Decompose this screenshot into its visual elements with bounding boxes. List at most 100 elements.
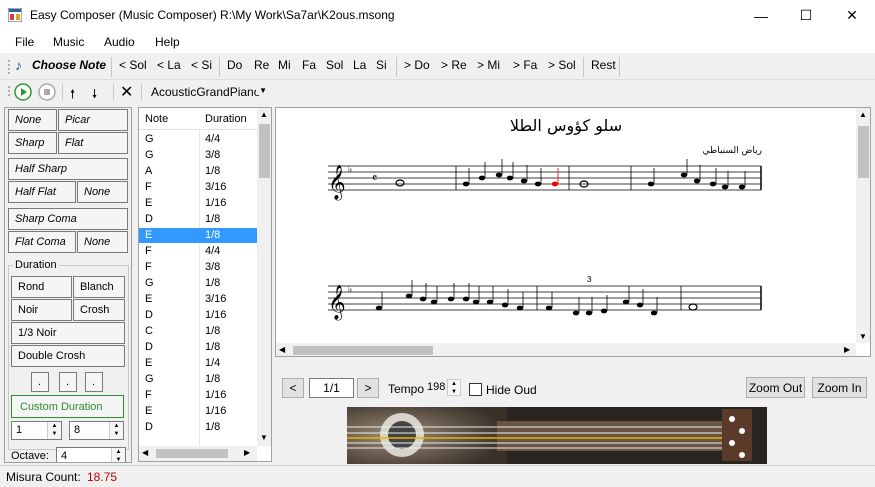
table-row[interactable]: G 1/8 xyxy=(139,372,257,387)
maximize-button[interactable]: ☐ xyxy=(783,0,829,31)
scrollbar-thumb[interactable] xyxy=(156,449,228,458)
prev-page-button[interactable]: < xyxy=(282,378,304,398)
picar-button[interactable]: Picar xyxy=(58,109,128,131)
flat-coma-button[interactable]: Flat Coma xyxy=(8,231,76,253)
close-button[interactable]: ✕ xyxy=(829,0,875,31)
menu-help[interactable]: Help xyxy=(155,35,180,49)
scroll-down-icon[interactable]: ▼ xyxy=(260,433,268,442)
scrollbar-thumb[interactable] xyxy=(858,126,869,178)
sharp-button[interactable]: Sharp xyxy=(8,132,57,154)
scrollbar-thumb[interactable] xyxy=(259,124,270,178)
dot-button-1[interactable]: . xyxy=(31,372,49,392)
table-row[interactable]: G 4/4 xyxy=(139,132,257,147)
page-field[interactable]: 1/1 xyxy=(309,378,354,398)
rond-button[interactable]: Rond xyxy=(11,276,72,298)
menu-music[interactable]: Music xyxy=(53,35,84,49)
scroll-up-icon[interactable]: ▲ xyxy=(260,110,268,119)
blanch-button[interactable]: Blanch xyxy=(73,276,125,298)
close-icon[interactable]: ✕ xyxy=(120,82,133,102)
sharp-coma-button[interactable]: Sharp Coma xyxy=(8,208,128,230)
minimize-button[interactable]: — xyxy=(738,0,784,31)
note-button-upper-do[interactable]: > Do xyxy=(402,58,432,72)
scroll-left-icon[interactable]: ◀ xyxy=(279,345,285,354)
score-view[interactable]: سلو كؤوس الطلا رياض السنباطي 3 𝄞 ♭ 𝄴 𝄞 ♭ ▲ … xyxy=(275,107,871,357)
instrument-dropdown[interactable]: AcousticGrandPiano ▼ xyxy=(147,82,271,102)
table-row[interactable]: G 1/8 xyxy=(139,276,257,291)
note-button-upper-sol[interactable]: > Sol xyxy=(546,58,578,72)
note-button-sol[interactable]: Sol xyxy=(324,58,345,72)
table-row[interactable]: E 1/16 xyxy=(139,196,257,211)
none-button-half[interactable]: None xyxy=(77,181,128,203)
duration-denominator[interactable]: 8 ▲ ▼ xyxy=(69,421,124,440)
table-row[interactable]: G 3/8 xyxy=(139,148,257,163)
table-row[interactable]: F 4/4 xyxy=(139,244,257,259)
double-crosh-button[interactable]: Double Crosh xyxy=(11,345,125,367)
score-horizontal-scrollbar[interactable]: ◀ ▶ xyxy=(276,343,856,356)
scroll-right-icon[interactable]: ▶ xyxy=(244,448,250,457)
table-horizontal-scrollbar[interactable]: ◀ ▶ xyxy=(139,446,257,461)
table-row[interactable]: D 1/8 xyxy=(139,420,257,435)
third-noir-button[interactable]: 1/3 Noir xyxy=(11,322,125,344)
play-icon[interactable] xyxy=(14,83,32,101)
dot-button-2[interactable]: . xyxy=(59,372,77,392)
tempo-spinner[interactable]: 198 ▲ ▼ xyxy=(423,379,461,398)
table-row[interactable]: E 3/16 xyxy=(139,292,257,307)
spin-arrows-icon[interactable]: ▲ ▼ xyxy=(47,422,61,439)
table-vertical-scrollbar[interactable]: ▲ ▼ xyxy=(257,108,271,446)
note-button-si[interactable]: Si xyxy=(374,58,389,72)
spin-arrows-icon[interactable]: ▲ ▼ xyxy=(109,422,123,439)
score-vertical-scrollbar[interactable]: ▲ ▼ xyxy=(856,108,870,343)
hide-oud-checkbox[interactable] xyxy=(469,383,482,396)
dot-button-3[interactable]: . xyxy=(85,372,103,392)
table-row[interactable]: E 1/8 xyxy=(139,228,257,243)
note-button-lower-si[interactable]: < Si xyxy=(189,58,214,72)
flat-button[interactable]: Flat xyxy=(58,132,128,154)
note-button-lower-sol[interactable]: < Sol xyxy=(117,58,149,72)
spin-arrows-icon[interactable]: ▲ ▼ xyxy=(447,379,461,396)
table-row[interactable]: E 1/4 xyxy=(139,356,257,371)
column-header-duration[interactable]: Duration xyxy=(205,113,247,125)
table-row[interactable]: F 3/8 xyxy=(139,260,257,275)
duration-numerator[interactable]: 1 ▲ ▼ xyxy=(11,421,62,440)
stop-icon[interactable] xyxy=(38,83,56,101)
scroll-up-icon[interactable]: ▲ xyxy=(859,110,867,119)
rest-button[interactable]: Rest xyxy=(589,58,618,72)
noir-button[interactable]: Noir xyxy=(11,299,72,321)
note-button-fa[interactable]: Fa xyxy=(300,58,318,72)
half-sharp-button[interactable]: Half Sharp xyxy=(8,158,128,180)
scrollbar-thumb[interactable] xyxy=(293,346,433,355)
hide-oud-label[interactable]: Hide Oud xyxy=(486,383,537,397)
next-page-button[interactable]: > xyxy=(357,378,379,398)
table-row[interactable]: C 1/8 xyxy=(139,324,257,339)
none-button-coma[interactable]: None xyxy=(77,231,128,253)
note-button-re[interactable]: Re xyxy=(252,58,271,72)
octave-spinner[interactable]: 4 ▲ ▼ xyxy=(56,447,126,462)
choose-note-button[interactable]: Choose Note xyxy=(30,58,108,72)
note-button-upper-mi[interactable]: > Mi xyxy=(475,58,502,72)
menu-file[interactable]: File xyxy=(15,35,34,49)
table-row[interactable]: E 1/16 xyxy=(139,404,257,419)
none-button[interactable]: None xyxy=(8,109,57,131)
table-row[interactable]: D 1/8 xyxy=(139,340,257,355)
note-button-mi[interactable]: Mi xyxy=(276,58,293,72)
scroll-left-icon[interactable]: ◀ xyxy=(142,448,148,457)
arrow-down-icon[interactable]: 🠗 xyxy=(92,85,97,106)
arrow-up-icon[interactable]: 🠕 xyxy=(70,85,75,106)
note-button-la[interactable]: La xyxy=(351,58,368,72)
note-button-upper-re[interactable]: > Re xyxy=(439,58,469,72)
zoom-in-button[interactable]: Zoom In xyxy=(812,377,867,398)
custom-duration-button[interactable]: Custom Duration xyxy=(11,395,124,418)
table-row[interactable]: F 3/16 xyxy=(139,180,257,195)
scroll-right-icon[interactable]: ▶ xyxy=(844,345,850,354)
spin-arrows-icon[interactable]: ▲ ▼ xyxy=(111,448,125,462)
half-flat-button[interactable]: Half Flat xyxy=(8,181,76,203)
scroll-down-icon[interactable]: ▼ xyxy=(859,332,867,341)
note-button-do[interactable]: Do xyxy=(225,58,244,72)
menu-audio[interactable]: Audio xyxy=(104,35,135,49)
table-row[interactable]: A 1/8 xyxy=(139,164,257,179)
table-row[interactable]: D 1/16 xyxy=(139,308,257,323)
table-row[interactable]: F 1/16 xyxy=(139,388,257,403)
notes-table[interactable]: Note Duration G 4/4 G 3/8 A 1/8 F 3/16 E 1/16 D 1/8… xyxy=(138,107,272,462)
zoom-out-button[interactable]: Zoom Out xyxy=(746,377,805,398)
table-row[interactable]: D 1/8 xyxy=(139,212,257,227)
